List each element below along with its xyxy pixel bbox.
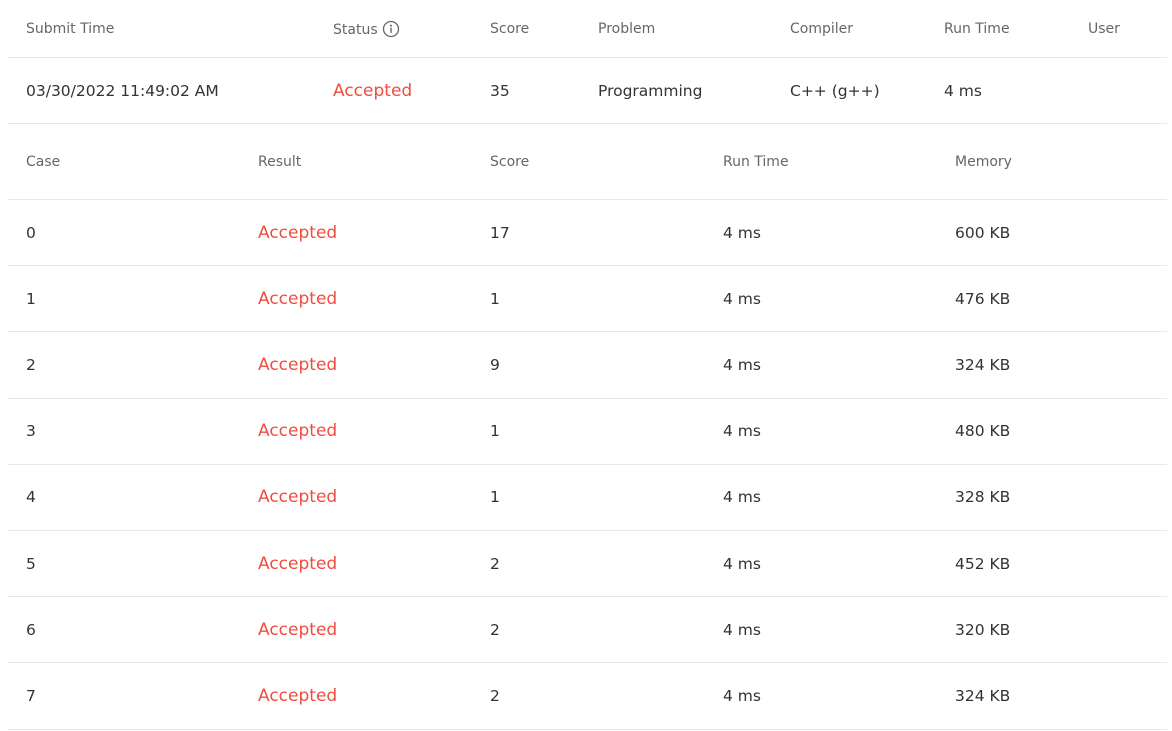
case-number: 5 bbox=[26, 554, 36, 573]
submission-table-header: Submit Time Status Score Problem Compile… bbox=[8, 0, 1167, 58]
test-cases-table: Case Result Score Run Time Memory 0 Accep… bbox=[8, 124, 1167, 730]
case-result: Accepted bbox=[258, 487, 338, 508]
header-case: Case bbox=[26, 153, 61, 170]
case-score: 2 bbox=[490, 554, 500, 573]
case-number: 4 bbox=[26, 488, 36, 507]
header-submit-time: Submit Time bbox=[26, 20, 115, 37]
case-memory: 476 KB bbox=[955, 289, 1011, 308]
header-memory: Memory bbox=[955, 153, 1012, 170]
table-row: 4 Accepted 1 4 ms 328 KB bbox=[8, 465, 1167, 531]
table-row: 1 Accepted 1 4 ms 476 KB bbox=[8, 266, 1167, 333]
case-run-time: 4 ms bbox=[723, 686, 761, 705]
case-memory: 452 KB bbox=[955, 554, 1011, 573]
case-memory: 324 KB bbox=[955, 355, 1011, 374]
case-score: 2 bbox=[490, 686, 500, 705]
problem-link[interactable]: Programming bbox=[598, 82, 702, 100]
info-circle-icon[interactable] bbox=[382, 20, 400, 38]
table-row: 3 Accepted 1 4 ms 480 KB bbox=[8, 399, 1167, 465]
header-status-label: Status bbox=[333, 21, 378, 38]
case-result: Accepted bbox=[258, 685, 338, 706]
case-run-time: 4 ms bbox=[723, 620, 761, 639]
case-score: 1 bbox=[490, 488, 500, 507]
case-memory: 480 KB bbox=[955, 422, 1011, 441]
case-score: 1 bbox=[490, 289, 500, 308]
case-number: 6 bbox=[26, 620, 36, 639]
case-rows: 0 Accepted 17 4 ms 600 KB 1 Accepted 1 4 ms 476 K… bbox=[8, 200, 1167, 730]
case-number: 7 bbox=[26, 686, 36, 705]
case-run-time: 4 ms bbox=[723, 488, 761, 507]
submit-time-value: 03/30/2022 11:49:02 AM bbox=[26, 81, 219, 100]
header-compiler: Compiler bbox=[790, 20, 854, 37]
header-problem: Problem bbox=[598, 20, 656, 37]
case-score: 2 bbox=[490, 620, 500, 639]
case-number: 1 bbox=[26, 289, 36, 308]
case-memory: 328 KB bbox=[955, 488, 1011, 507]
header-case-score: Score bbox=[490, 153, 530, 170]
header-score: Score bbox=[490, 20, 530, 37]
case-run-time: 4 ms bbox=[723, 355, 761, 374]
table-row: 2 Accepted 9 4 ms 324 KB bbox=[8, 332, 1167, 399]
header-case-run-time: Run Time bbox=[723, 153, 789, 170]
case-result: Accepted bbox=[258, 619, 338, 640]
header-result: Result bbox=[258, 153, 302, 170]
case-result: Accepted bbox=[258, 421, 338, 442]
case-score: 17 bbox=[490, 223, 510, 242]
case-memory: 600 KB bbox=[955, 223, 1011, 242]
header-status: Status bbox=[333, 20, 400, 38]
case-score: 9 bbox=[490, 355, 500, 374]
table-row: 7 Accepted 2 4 ms 324 KB bbox=[8, 663, 1167, 730]
case-result: Accepted bbox=[258, 553, 338, 574]
submission-row: 03/30/2022 11:49:02 AM Accepted 35 Progr… bbox=[8, 58, 1167, 124]
header-user: User bbox=[1088, 20, 1120, 37]
cases-table-header: Case Result Score Run Time Memory bbox=[8, 124, 1167, 200]
status-value: Accepted bbox=[333, 80, 413, 101]
case-result: Accepted bbox=[258, 222, 338, 243]
case-score: 1 bbox=[490, 422, 500, 441]
case-result: Accepted bbox=[258, 288, 338, 309]
case-number: 2 bbox=[26, 355, 36, 374]
case-memory: 324 KB bbox=[955, 686, 1011, 705]
case-run-time: 4 ms bbox=[723, 223, 761, 242]
case-number: 0 bbox=[26, 223, 36, 242]
score-value: 35 bbox=[490, 81, 510, 100]
header-run-time: Run Time bbox=[944, 20, 1010, 37]
submission-table: Submit Time Status Score Problem Compile… bbox=[8, 0, 1167, 124]
case-number: 3 bbox=[26, 422, 36, 441]
table-row: 5 Accepted 2 4 ms 452 KB bbox=[8, 531, 1167, 598]
case-run-time: 4 ms bbox=[723, 289, 761, 308]
table-row: 6 Accepted 2 4 ms 320 KB bbox=[8, 597, 1167, 664]
table-row: 0 Accepted 17 4 ms 600 KB bbox=[8, 200, 1167, 267]
case-run-time: 4 ms bbox=[723, 422, 761, 441]
compiler-value: C++ (g++) bbox=[790, 81, 880, 100]
run-time-value: 4 ms bbox=[944, 81, 982, 100]
case-run-time: 4 ms bbox=[723, 554, 761, 573]
case-result: Accepted bbox=[258, 354, 338, 375]
case-memory: 320 KB bbox=[955, 620, 1011, 639]
